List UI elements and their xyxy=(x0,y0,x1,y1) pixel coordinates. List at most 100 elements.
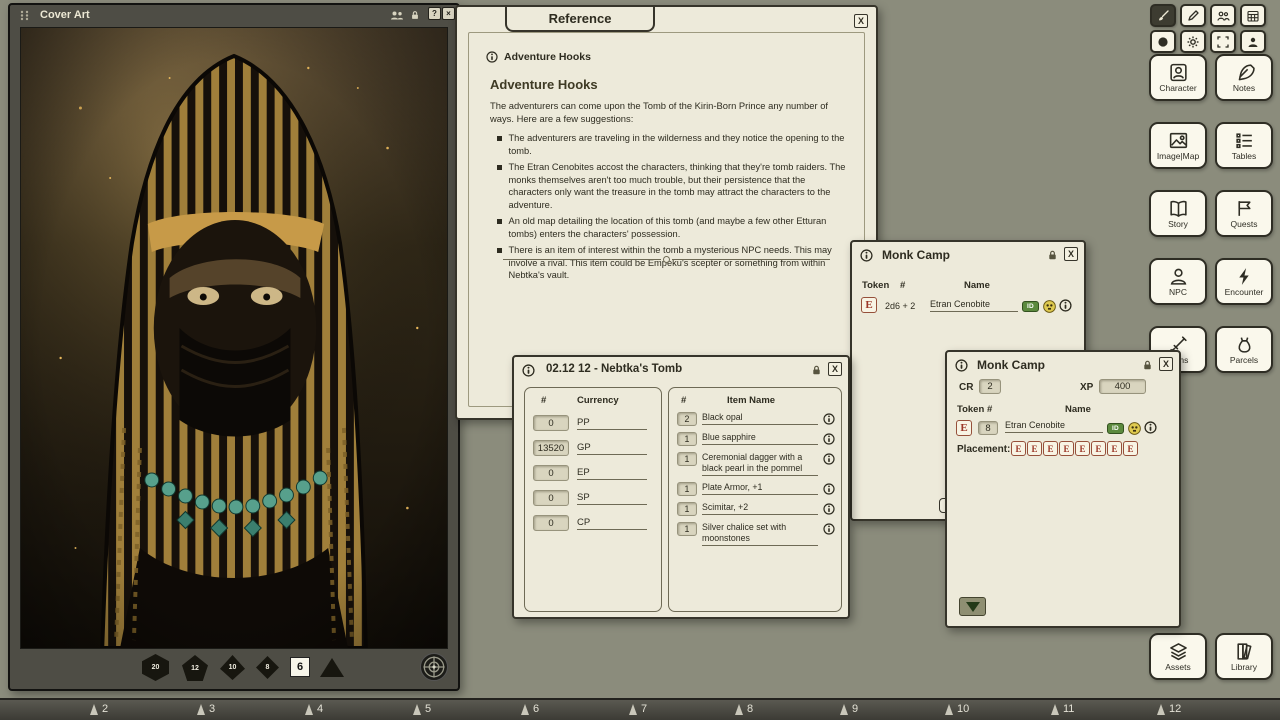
reference-title-tab[interactable]: Reference xyxy=(505,7,655,32)
sidebar-button-assets[interactable]: Assets xyxy=(1149,633,1207,680)
placement-token[interactable]: E xyxy=(1075,441,1090,456)
item-count-field[interactable]: 1 xyxy=(677,432,697,446)
encounter-window-monk-camp-front[interactable]: Monk Camp X CR 2 XP 400 Token # Name E 8… xyxy=(945,350,1181,628)
sidebar-button-character[interactable]: Character xyxy=(1149,54,1207,101)
info-icon[interactable] xyxy=(522,364,535,377)
info-icon[interactable] xyxy=(823,433,835,445)
sidebar-button-story[interactable]: Story xyxy=(1149,190,1207,237)
lock-icon[interactable] xyxy=(1047,249,1058,261)
currency-amount-field[interactable]: 0 xyxy=(533,515,569,531)
info-icon[interactable] xyxy=(860,249,873,262)
window-help-button[interactable]: ? xyxy=(428,7,441,20)
lock-icon[interactable] xyxy=(811,364,822,376)
item-count-field[interactable]: 2 xyxy=(677,412,697,426)
toolbar-options-button[interactable] xyxy=(1180,30,1206,53)
info-icon[interactable] xyxy=(823,483,835,495)
hotkey-slot[interactable]: 11 xyxy=(1051,703,1074,715)
parcel-window-nebtkas-tomb[interactable]: 02.12 12 - Nebtka's Tomb X # Currency 0P… xyxy=(512,355,850,619)
info-icon[interactable] xyxy=(486,51,498,63)
info-icon[interactable] xyxy=(955,359,968,372)
currency-code-field[interactable]: GP xyxy=(577,442,647,455)
skull-icon[interactable] xyxy=(1128,422,1141,435)
currency-code-field[interactable]: SP xyxy=(577,492,647,505)
sidebar-button-encounter[interactable]: Encounter xyxy=(1215,258,1273,305)
cover-art-window[interactable]: Cover Art ? × xyxy=(8,3,460,691)
cr-value-field[interactable]: 2 xyxy=(979,379,1001,394)
toolbar-window-button[interactable] xyxy=(1210,30,1236,53)
focus-target-button[interactable] xyxy=(420,653,448,681)
close-button[interactable]: X xyxy=(854,14,868,28)
npc-name-link[interactable]: Etran Cenobite xyxy=(930,299,1018,312)
hotkey-slot[interactable]: 12 xyxy=(1157,703,1181,715)
identified-badge[interactable]: ID xyxy=(1022,301,1039,312)
currency-amount-field[interactable]: 13520 xyxy=(533,440,569,456)
sidebar-button-parcels[interactable]: Parcels xyxy=(1215,326,1273,373)
item-name-link[interactable]: Silver chalice set with moonstones xyxy=(702,522,818,546)
toolbar-pointer-button[interactable] xyxy=(1150,4,1176,27)
currency-amount-field[interactable]: 0 xyxy=(533,490,569,506)
close-button[interactable]: X xyxy=(1159,357,1173,371)
item-name-link[interactable]: Plate Armor, +1 xyxy=(702,482,818,495)
npc-token[interactable]: E xyxy=(956,420,972,436)
window-close-button[interactable]: × xyxy=(442,7,455,20)
currency-amount-field[interactable]: 0 xyxy=(533,465,569,481)
skull-icon[interactable] xyxy=(1043,300,1056,313)
d20-die[interactable]: 20 xyxy=(142,654,169,681)
d6-die[interactable]: 6 xyxy=(290,657,310,677)
placement-token[interactable]: E xyxy=(1091,441,1106,456)
toolbar-draw-button[interactable] xyxy=(1180,4,1206,27)
placement-token[interactable]: E xyxy=(1123,441,1138,456)
info-icon[interactable] xyxy=(1059,299,1072,312)
info-icon[interactable] xyxy=(823,523,835,535)
d10-die[interactable]: 10 xyxy=(220,655,245,680)
hotkey-slot[interactable]: 2 xyxy=(90,703,108,715)
xp-value-field[interactable]: 400 xyxy=(1099,379,1146,394)
lock-icon[interactable] xyxy=(1142,359,1153,371)
item-name-link[interactable]: Scimitar, +2 xyxy=(702,502,818,515)
info-icon[interactable] xyxy=(823,503,835,515)
placement-token[interactable]: E xyxy=(1107,441,1122,456)
hotkey-slot[interactable]: 3 xyxy=(197,703,215,715)
sidebar-button-tables[interactable]: Tables xyxy=(1215,122,1273,169)
info-icon[interactable] xyxy=(823,453,835,465)
close-button[interactable]: X xyxy=(828,362,842,376)
lock-icon[interactable] xyxy=(410,9,420,21)
hotkey-slot[interactable]: 10 xyxy=(945,703,969,715)
sidebar-button-npc[interactable]: NPC xyxy=(1149,258,1207,305)
hotkey-slot[interactable]: 4 xyxy=(305,703,323,715)
item-name-link[interactable]: Blue sapphire xyxy=(702,432,818,445)
item-name-link[interactable]: Black opal xyxy=(702,412,818,425)
currency-amount-field[interactable]: 0 xyxy=(533,415,569,431)
item-count-field[interactable]: 1 xyxy=(677,482,697,496)
npc-count-field[interactable]: 8 xyxy=(978,421,998,435)
hotkey-slot[interactable]: 7 xyxy=(629,703,647,715)
hotkey-slot[interactable]: 6 xyxy=(521,703,539,715)
expand-section-button[interactable] xyxy=(959,597,986,616)
placement-token[interactable]: E xyxy=(1027,441,1042,456)
npc-token[interactable]: E xyxy=(861,297,877,313)
d4-die[interactable] xyxy=(320,658,344,677)
item-count-field[interactable]: 1 xyxy=(677,502,697,516)
cover-art-titlebar[interactable]: Cover Art ? × xyxy=(10,5,458,26)
sidebar-button-quests[interactable]: Quests xyxy=(1215,190,1273,237)
npc-name-link[interactable]: Etran Cenobite xyxy=(1005,420,1103,433)
placement-token[interactable]: E xyxy=(1059,441,1074,456)
placement-token[interactable]: E xyxy=(1043,441,1058,456)
toolbar-portrait-button[interactable] xyxy=(1240,30,1266,53)
currency-code-field[interactable]: PP xyxy=(577,417,647,430)
close-button[interactable]: X xyxy=(1064,247,1078,261)
item-count-field[interactable]: 1 xyxy=(677,522,697,536)
d8-die[interactable]: 8 xyxy=(256,656,279,679)
sidebar-button-library[interactable]: Library xyxy=(1215,633,1273,680)
sidebar-button-image-map[interactable]: Image|Map xyxy=(1149,122,1207,169)
toolbar-calendar-button[interactable] xyxy=(1240,4,1266,27)
currency-code-field[interactable]: EP xyxy=(577,467,647,480)
item-name-link[interactable]: Ceremonial dagger with a black pearl in … xyxy=(702,452,818,476)
hotkey-slot[interactable]: 8 xyxy=(735,703,753,715)
identified-badge[interactable]: ID xyxy=(1107,423,1124,434)
info-icon[interactable] xyxy=(823,413,835,425)
toolbar-party-button[interactable] xyxy=(1210,4,1236,27)
info-icon[interactable] xyxy=(1144,421,1157,434)
players-icon[interactable] xyxy=(390,10,404,21)
sidebar-button-notes[interactable]: Notes xyxy=(1215,54,1273,101)
